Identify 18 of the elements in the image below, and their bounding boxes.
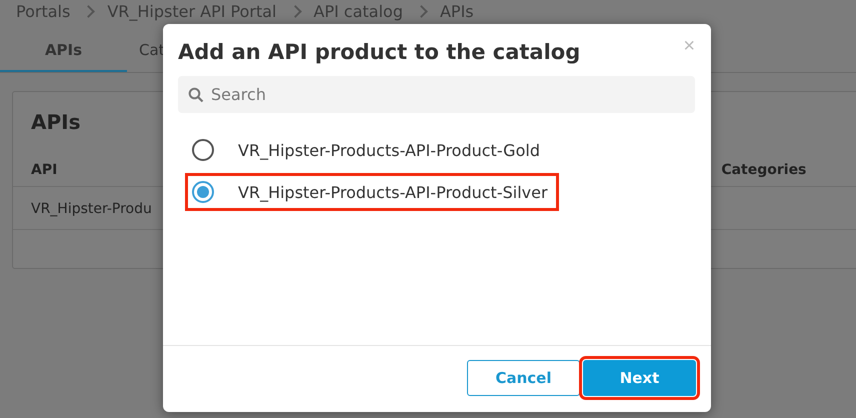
tab[interactable]: Cat xyxy=(127,29,165,72)
radio-option[interactable]: VR_Hipster-Products-API-Product-Silver xyxy=(185,173,559,211)
dialog-title: Add an API product to the catalog xyxy=(178,40,580,64)
card-title: APIs xyxy=(31,110,80,134)
breadcrumb-item[interactable]: API catalog xyxy=(314,2,403,20)
close-button[interactable]: × xyxy=(683,36,695,56)
tab[interactable]: APIs xyxy=(0,29,127,72)
cancel-button[interactable]: Cancel xyxy=(467,360,580,396)
breadcrumb-item[interactable]: Portals xyxy=(16,2,70,20)
radio-button[interactable] xyxy=(192,181,214,203)
table-cell: VR_Hipster-Produ xyxy=(31,201,152,217)
search-field[interactable]: Search xyxy=(178,76,695,113)
radio-option[interactable]: VR_Hipster-Products-API-Product-Gold xyxy=(185,131,551,169)
breadcrumb-item[interactable]: APIs xyxy=(440,2,474,20)
radio-button[interactable] xyxy=(192,139,214,161)
breadcrumb-item[interactable]: VR_Hipster API Portal xyxy=(107,2,276,20)
column-header: API xyxy=(31,162,58,178)
column-header: Categories xyxy=(721,162,806,178)
